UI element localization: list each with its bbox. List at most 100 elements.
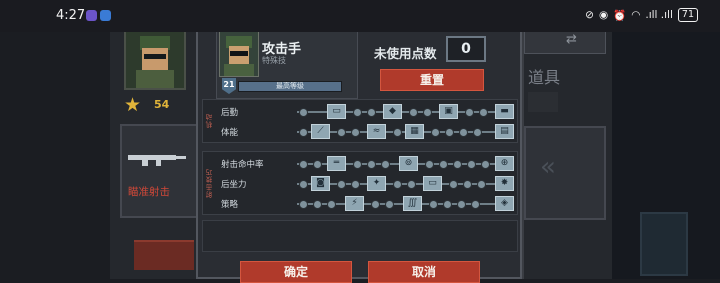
skill-node[interactable] bbox=[473, 128, 482, 137]
helmet-icon[interactable]: ◙ bbox=[311, 176, 330, 191]
background-soldier-portrait bbox=[124, 26, 186, 90]
skill-node[interactable] bbox=[367, 108, 376, 117]
rifle-icon[interactable]: ═ bbox=[327, 156, 346, 171]
skill-node[interactable] bbox=[457, 200, 466, 209]
supply-icon[interactable]: ▬ bbox=[495, 104, 514, 119]
precise-shot-label: 瞄准射击 bbox=[128, 186, 170, 198]
skill-node[interactable] bbox=[299, 108, 308, 117]
skill-row: 射击命中率 ═ ⊚ ⊕ bbox=[219, 155, 515, 173]
skill-node[interactable] bbox=[445, 128, 454, 137]
skill-node[interactable] bbox=[471, 200, 480, 209]
reset-button[interactable]: 重置 bbox=[380, 69, 484, 91]
skill-node[interactable] bbox=[393, 180, 402, 189]
shot-icon[interactable]: ▭ bbox=[423, 176, 442, 191]
background-red-button bbox=[134, 240, 194, 270]
skill-node[interactable] bbox=[313, 160, 322, 169]
skill-node[interactable] bbox=[381, 160, 390, 169]
skill-node[interactable] bbox=[351, 128, 360, 137]
skill-row: 后坐力 ◙ ✦ ▭ ✸ bbox=[219, 175, 515, 193]
skill-node[interactable] bbox=[409, 108, 418, 117]
grenade-icon[interactable]: ✦ bbox=[367, 176, 386, 191]
skill-row-label: 后勤 bbox=[221, 108, 239, 118]
crate-icon[interactable]: ◆ bbox=[383, 104, 402, 119]
toggle-icon: ⇄ bbox=[566, 32, 577, 47]
skill-node[interactable] bbox=[327, 200, 336, 209]
skill-node[interactable] bbox=[449, 180, 458, 189]
skill-node[interactable] bbox=[429, 200, 438, 209]
eye-icon: ◉ bbox=[598, 9, 609, 21]
background-tank bbox=[640, 212, 688, 276]
skill-node[interactable] bbox=[431, 128, 440, 137]
skill-node[interactable] bbox=[299, 180, 308, 189]
unused-points-label: 未使用点数 bbox=[374, 46, 437, 61]
skill-row: 体能 ⟋ ≈ ▦ ▤ bbox=[219, 123, 515, 141]
skill-section-shooting: 射击技巧 射击命中率 ═ ⊚ ⊕ 后坐力 ◙ ✦ ▭ ✸ 策略 ⚡ ∭ ◈ bbox=[202, 151, 518, 215]
confirm-button[interactable]: 确定 bbox=[240, 261, 352, 283]
skill-node[interactable] bbox=[371, 200, 380, 209]
chevron-left-icon: « bbox=[540, 152, 556, 182]
skill-section-mobility: 机动 后勤 ▭ ◆ ▣ ▬ 体能 ⟋ ≈ ▦ ▤ bbox=[202, 99, 518, 143]
skill-node[interactable] bbox=[423, 108, 432, 117]
app-notification-icon-2 bbox=[100, 10, 111, 21]
skill-node[interactable] bbox=[393, 128, 402, 137]
skill-node[interactable] bbox=[463, 180, 472, 189]
skill-node[interactable] bbox=[407, 180, 416, 189]
star-icon: ★ bbox=[124, 94, 142, 116]
skill-row: 后勤 ▭ ◆ ▣ ▬ bbox=[219, 103, 515, 121]
crosshair-icon[interactable]: ⊕ bbox=[495, 156, 514, 171]
skill-row-label: 射击命中率 bbox=[221, 160, 264, 170]
skill-node[interactable] bbox=[353, 160, 362, 169]
soldier-portrait bbox=[219, 31, 259, 77]
skill-node[interactable] bbox=[351, 180, 360, 189]
skill-node[interactable] bbox=[337, 128, 346, 137]
status-icons: ⊘ ◉ ⏰ ◠ .ıll .ıll 71 bbox=[585, 8, 698, 22]
boot-icon[interactable]: ⟋ bbox=[311, 124, 330, 139]
gear-icon[interactable]: ▣ bbox=[439, 104, 458, 119]
section-label: 机动 bbox=[206, 113, 214, 129]
status-bar: 4:27 ⊘ ◉ ⏰ ◠ .ıll .ıll 71 bbox=[0, 0, 720, 32]
skill-node[interactable] bbox=[385, 200, 394, 209]
ammo-icon[interactable]: ▭ bbox=[327, 104, 346, 119]
vpn-icon: ⊘ bbox=[585, 9, 594, 21]
cancel-button[interactable]: 取消 bbox=[368, 261, 480, 283]
skill-node[interactable] bbox=[467, 160, 476, 169]
skill-node[interactable] bbox=[465, 108, 474, 117]
skill-node[interactable] bbox=[353, 108, 362, 117]
items-figures bbox=[528, 92, 558, 112]
skill-row-label: 体能 bbox=[221, 128, 239, 138]
shield-icon[interactable]: ◈ bbox=[495, 196, 514, 211]
skill-node[interactable] bbox=[439, 160, 448, 169]
status-time: 4:27 bbox=[56, 8, 86, 23]
skill-row: 策略 ⚡ ∭ ◈ bbox=[219, 195, 515, 213]
skill-node[interactable] bbox=[299, 200, 308, 209]
armor-icon[interactable]: ▦ bbox=[405, 124, 424, 139]
bolt-icon[interactable]: ⚡ bbox=[345, 196, 364, 211]
battery-icon: 71 bbox=[677, 8, 698, 22]
scope-icon[interactable]: ⊚ bbox=[399, 156, 418, 171]
skill-node[interactable] bbox=[337, 180, 346, 189]
skill-node[interactable] bbox=[481, 160, 490, 169]
skill-node[interactable] bbox=[479, 108, 488, 117]
section-label: 射击技巧 bbox=[206, 168, 214, 198]
star-count: 54 bbox=[154, 98, 170, 111]
level-bar: 最高等级 bbox=[238, 81, 342, 92]
unused-points-value: 0 bbox=[446, 36, 486, 62]
skill-node[interactable] bbox=[443, 200, 452, 209]
skill-node[interactable] bbox=[459, 128, 468, 137]
background-top-box bbox=[524, 30, 606, 54]
skill-node[interactable] bbox=[477, 180, 486, 189]
claw-icon[interactable]: ∭ bbox=[403, 196, 422, 211]
app-notification-icon bbox=[86, 10, 97, 21]
run-icon[interactable]: ≈ bbox=[367, 124, 386, 139]
skill-node[interactable] bbox=[299, 160, 308, 169]
skill-node[interactable] bbox=[453, 160, 462, 169]
wifi-icon: ◠ bbox=[631, 9, 641, 21]
background-weapon-panel bbox=[120, 124, 200, 218]
fire-icon[interactable]: ✸ bbox=[495, 176, 514, 191]
skill-node[interactable] bbox=[425, 160, 434, 169]
skill-node[interactable] bbox=[313, 200, 322, 209]
pack-icon[interactable]: ▤ bbox=[495, 124, 514, 139]
alarm-icon: ⏰ bbox=[613, 9, 627, 22]
skill-node[interactable] bbox=[367, 160, 376, 169]
skill-node[interactable] bbox=[299, 128, 308, 137]
